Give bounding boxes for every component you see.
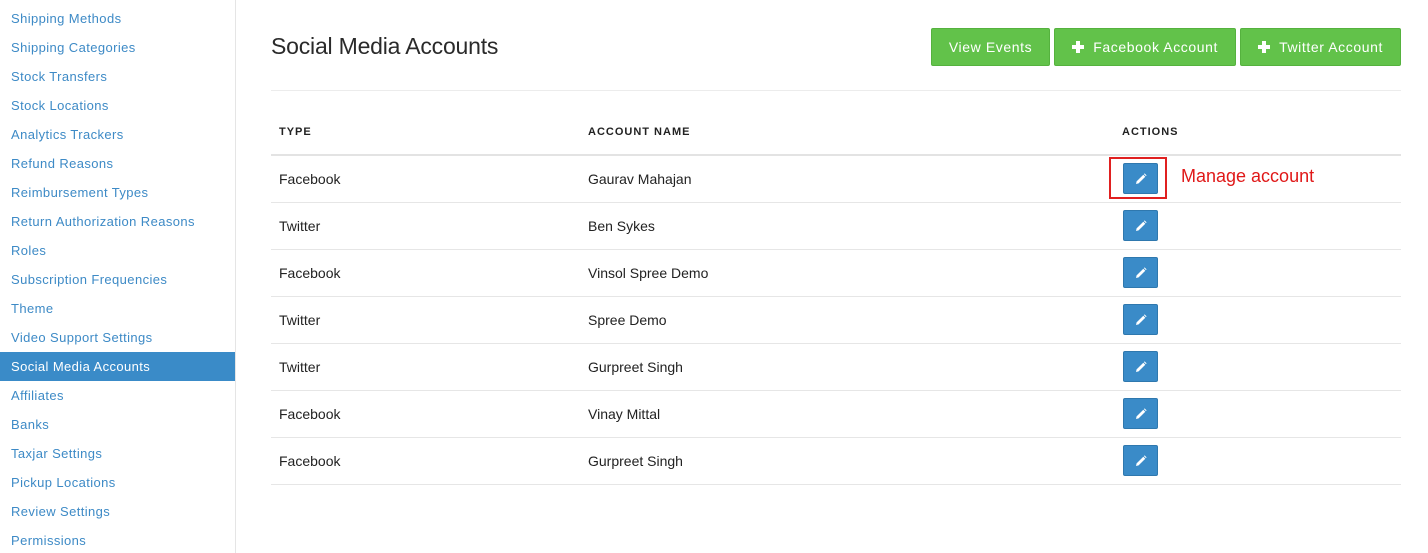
pencil-icon: [1135, 360, 1147, 373]
annotation-manage-account: Manage account: [1181, 166, 1315, 186]
table-row: Facebook Gurpreet Singh: [271, 437, 1401, 485]
column-header-type: TYPE: [271, 110, 580, 156]
sidebar-item-taxjar-settings[interactable]: Taxjar Settings: [0, 439, 235, 468]
sidebar-item-shipping-methods[interactable]: Shipping Methods: [0, 4, 235, 33]
actions-cell: [1114, 296, 1401, 344]
table-row: Twitter Ben Sykes: [271, 202, 1401, 250]
sidebar-item-reimbursement-types[interactable]: Reimbursement Types: [0, 178, 235, 207]
edit-account-button[interactable]: [1123, 304, 1158, 335]
page-title: Social Media Accounts: [271, 33, 499, 59]
twitter-account-label: Twitter Account: [1279, 39, 1383, 55]
add-twitter-account-button[interactable]: Twitter Account: [1240, 28, 1401, 66]
pencil-icon: [1135, 407, 1147, 420]
column-header-actions: ACTIONS: [1114, 110, 1401, 156]
account-name-cell: Vinsol Spree Demo: [580, 249, 1114, 297]
sidebar-item-permissions[interactable]: Permissions: [0, 526, 235, 553]
account-name-cell: Vinay Mittal: [580, 390, 1114, 438]
view-events-label: View Events: [948, 39, 1033, 55]
sidebar-item-stock-locations[interactable]: Stock Locations: [0, 91, 235, 120]
table-header-row: TYPE ACCOUNT NAME ACTIONS: [271, 110, 1401, 156]
actions-cell: [1114, 249, 1401, 297]
facebook-account-label: Facebook Account: [1093, 39, 1219, 55]
account-type-cell: Facebook: [271, 155, 580, 203]
account-type-cell: Facebook: [271, 249, 580, 297]
sidebar-item-shipping-categories[interactable]: Shipping Categories: [0, 33, 235, 62]
account-name-cell: Gurpreet Singh: [580, 343, 1114, 391]
edit-account-button[interactable]: [1123, 257, 1158, 288]
sidebar-item-social-media-accounts[interactable]: Social Media Accounts: [0, 352, 235, 381]
plus-icon: [1258, 41, 1271, 53]
actions-cell: [1114, 343, 1401, 391]
header-divider: [271, 90, 1401, 91]
account-name-cell: Gurpreet Singh: [580, 437, 1114, 485]
sidebar-menu: Shipping Methods Shipping Categories Stock…: [0, 4, 235, 553]
actions-cell: [1114, 437, 1401, 485]
edit-account-button[interactable]: [1123, 445, 1158, 476]
edit-account-button[interactable]: [1123, 351, 1158, 382]
add-facebook-account-button[interactable]: Facebook Account: [1054, 28, 1237, 66]
account-type-cell: Twitter: [271, 296, 580, 344]
sidebar-item-return-authorization-reasons[interactable]: Return Authorization Reasons: [0, 207, 235, 236]
table-body: Facebook Gaurav Mahajan Twitter Ben Sykes Fa…: [271, 155, 1401, 485]
sidebar-item-video-support-settings[interactable]: Video Support Settings: [0, 323, 235, 352]
pencil-icon: [1135, 454, 1147, 467]
page-actions-toolbar: View Events Facebook Account Twitter Acc…: [930, 28, 1401, 66]
sidebar-item-roles[interactable]: Roles: [0, 236, 235, 265]
sidebar-item-affiliates[interactable]: Affiliates: [0, 381, 235, 410]
account-type-cell: Twitter: [271, 343, 580, 391]
pencil-icon: [1135, 219, 1147, 232]
edit-account-button[interactable]: [1123, 398, 1158, 429]
sidebar-item-pickup-locations[interactable]: Pickup Locations: [0, 468, 235, 497]
account-name-cell: Spree Demo: [580, 296, 1114, 344]
main-content: Social Media Accounts View Events Facebo…: [271, 0, 1401, 553]
actions-cell: [1114, 202, 1401, 250]
sidebar-item-theme[interactable]: Theme: [0, 294, 235, 323]
account-type-cell: Facebook: [271, 437, 580, 485]
table-row: Twitter Spree Demo: [271, 296, 1401, 344]
sidebar-item-subscription-frequencies[interactable]: Subscription Frequencies: [0, 265, 235, 294]
table-row: Facebook Vinay Mittal: [271, 390, 1401, 438]
sidebar-item-analytics-trackers[interactable]: Analytics Trackers: [0, 120, 235, 149]
admin-sidebar: Shipping Methods Shipping Categories Stock…: [0, 0, 236, 553]
plus-icon: [1072, 41, 1085, 53]
actions-cell: [1114, 390, 1401, 438]
annotation-highlight-box: [1109, 157, 1167, 199]
view-events-button[interactable]: View Events: [930, 28, 1051, 66]
account-type-cell: Twitter: [271, 202, 580, 250]
edit-account-button[interactable]: [1123, 210, 1158, 241]
sidebar-item-review-settings[interactable]: Review Settings: [0, 497, 235, 526]
pencil-icon: [1135, 266, 1147, 279]
account-name-cell: Ben Sykes: [580, 202, 1114, 250]
sidebar-item-stock-transfers[interactable]: Stock Transfers: [0, 62, 235, 91]
sidebar-item-refund-reasons[interactable]: Refund Reasons: [0, 149, 235, 178]
sidebar-item-banks[interactable]: Banks: [0, 410, 235, 439]
table-row: Twitter Gurpreet Singh: [271, 343, 1401, 391]
column-header-account-name: ACCOUNT NAME: [580, 110, 1114, 156]
account-type-cell: Facebook: [271, 390, 580, 438]
table-row: Facebook Vinsol Spree Demo: [271, 249, 1401, 297]
account-name-cell: Gaurav Mahajan: [580, 155, 1114, 203]
pencil-icon: [1135, 313, 1147, 326]
